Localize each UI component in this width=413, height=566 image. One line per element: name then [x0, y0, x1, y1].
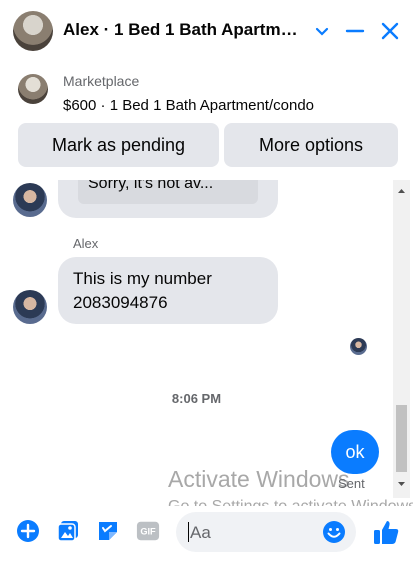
scroll-down-arrow[interactable]	[395, 477, 408, 489]
emoji-icon[interactable]	[322, 520, 346, 544]
thumbs-up-icon[interactable]	[372, 518, 400, 546]
text-cursor	[188, 522, 189, 542]
message-text-line1: This is my number	[73, 269, 212, 288]
message-bubble: Sorry, it's not av...	[58, 180, 278, 218]
message-input-placeholder: Aa	[190, 523, 211, 542]
quoted-text: Sorry, it's not av...	[88, 180, 214, 192]
read-receipt-avatar	[350, 338, 367, 355]
activate-windows-watermark: Activate Windows	[168, 466, 350, 492]
message-text-line2: 2083094876	[73, 293, 168, 312]
gif-icon[interactable]: GIF	[136, 519, 160, 543]
sender-avatar[interactable]	[13, 290, 47, 324]
sticker-icon[interactable]	[96, 519, 120, 543]
close-icon[interactable]	[379, 21, 401, 45]
sent-status: Sent	[338, 476, 365, 491]
quoted-message: Sorry, it's not av...	[78, 180, 258, 204]
listing-title[interactable]: $600 · 1 Bed 1 Bath Apartment/condo	[63, 97, 314, 114]
listing-thumbnail[interactable]	[18, 74, 48, 104]
plus-icon[interactable]	[16, 519, 40, 543]
chat-title[interactable]: Alex · 1 Bed 1 Bath Apartm…	[63, 20, 308, 40]
contact-avatar[interactable]	[13, 11, 53, 51]
timestamp: 8:06 PM	[171, 391, 222, 406]
svg-text:GIF: GIF	[140, 527, 156, 537]
scrollbar-thumb[interactable]	[396, 405, 407, 472]
message-bubble[interactable]: This is my number 2083094876	[58, 257, 278, 324]
image-icon[interactable]	[56, 519, 80, 543]
minimize-icon[interactable]	[344, 21, 366, 45]
scroll-up-arrow[interactable]	[395, 184, 408, 196]
sender-avatar[interactable]	[13, 183, 47, 217]
mark-pending-button[interactable]: Mark as pending	[18, 123, 219, 167]
marketplace-label: Marketplace	[63, 73, 140, 89]
sender-name: Alex	[73, 236, 99, 251]
chevron-down-icon[interactable]	[313, 21, 331, 41]
more-options-button[interactable]: More options	[224, 123, 398, 167]
